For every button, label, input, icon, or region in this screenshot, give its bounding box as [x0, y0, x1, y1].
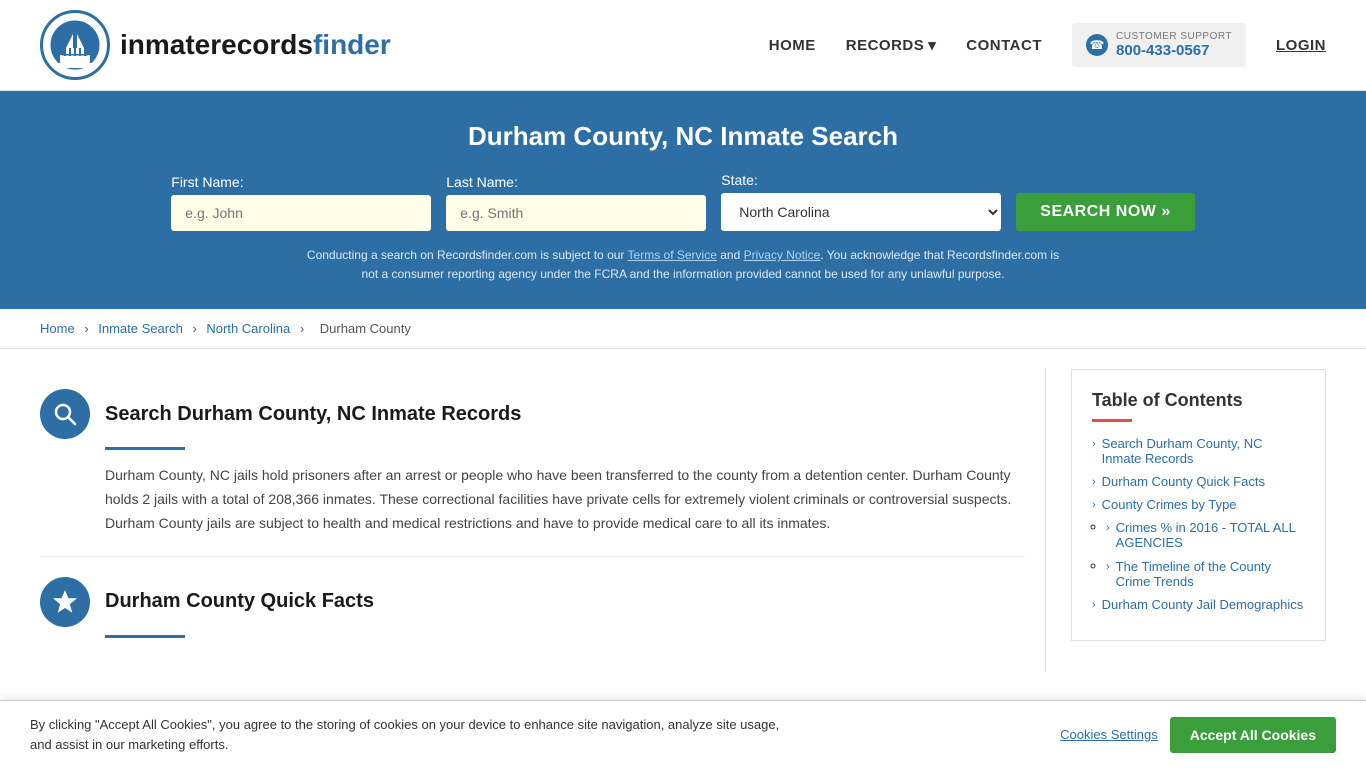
first-name-label: First Name:: [171, 174, 243, 190]
support-label: CUSTOMER SUPPORT: [1116, 31, 1232, 42]
logo-text-second: finder: [313, 29, 391, 60]
last-name-input[interactable]: [446, 195, 706, 231]
logo-icon: [40, 10, 110, 80]
main-nav: HOME RECORDS ▾ CONTACT ☎ CUSTOMER SUPPOR…: [769, 23, 1326, 67]
breadcrumb-county: Durham County: [320, 321, 411, 336]
section1-underline: [105, 447, 185, 450]
toc-item-4: › Durham County Jail Demographics: [1092, 597, 1305, 612]
login-button[interactable]: LOGIN: [1276, 37, 1326, 54]
support-phone: 800-433-0567: [1116, 42, 1232, 59]
toc-item-2: › Durham County Quick Facts: [1092, 474, 1305, 489]
section1-title: Search Durham County, NC Inmate Records: [105, 403, 521, 426]
section1-text: Durham County, NC jails hold prisoners a…: [40, 464, 1025, 535]
headphone-icon: ☎: [1086, 34, 1108, 56]
toc-list: › Search Durham County, NC Inmate Record…: [1092, 436, 1305, 612]
toc-label-1: Search Durham County, NC Inmate Records: [1102, 436, 1305, 466]
toc-item-1: › Search Durham County, NC Inmate Record…: [1092, 436, 1305, 466]
accept-all-cookies-button[interactable]: Accept All Cookies: [1170, 717, 1336, 753]
chevron-icon-2: ›: [1092, 476, 1096, 488]
cookie-text: By clicking "Accept All Cookies", you ag…: [30, 715, 780, 754]
privacy-link[interactable]: Privacy Notice: [744, 248, 821, 262]
search-hero: Durham County, NC Inmate Search First Na…: [0, 91, 1366, 309]
nav-records-label: RECORDS: [846, 37, 925, 54]
breadcrumb-sep-2: ›: [192, 321, 200, 336]
state-select[interactable]: North Carolina Alabama Alaska Arizona Ar…: [721, 193, 1001, 231]
toc-link-1[interactable]: › Search Durham County, NC Inmate Record…: [1092, 436, 1305, 466]
toc-item-3: › County Crimes by Type › Crimes % in 20…: [1092, 497, 1305, 589]
toc-link-2[interactable]: › Durham County Quick Facts: [1092, 474, 1305, 489]
chevron-icon-sub-2: ›: [1106, 561, 1110, 573]
toc-sub-3: › Crimes % in 2016 - TOTAL ALL AGENCIES …: [1092, 518, 1305, 589]
toc-divider: [1092, 419, 1132, 422]
header: inmaterecordsfinder HOME RECORDS ▾ CONTA…: [0, 0, 1366, 91]
chevron-icon-sub-1: ›: [1106, 522, 1110, 534]
cookie-banner: By clicking "Accept All Cookies", you ag…: [0, 700, 1366, 768]
first-name-input[interactable]: [171, 195, 431, 231]
content-left: Search Durham County, NC Inmate Records …: [40, 369, 1046, 671]
toc-sub-label-2: The Timeline of the County Crime Trends: [1116, 559, 1305, 589]
toc-sub-label-1: Crimes % in 2016 - TOTAL ALL AGENCIES: [1116, 520, 1305, 550]
cookie-actions: Cookies Settings Accept All Cookies: [1060, 717, 1336, 753]
last-name-group: Last Name:: [446, 174, 706, 231]
state-label: State:: [721, 172, 758, 188]
breadcrumb-inmate-search[interactable]: Inmate Search: [98, 321, 183, 336]
terms-link[interactable]: Terms of Service: [628, 248, 717, 262]
nav-home[interactable]: HOME: [769, 37, 816, 54]
toc-title: Table of Contents: [1092, 390, 1305, 411]
toc-label-2: Durham County Quick Facts: [1102, 474, 1265, 489]
section-quick-facts: Durham County Quick Facts: [40, 557, 1025, 672]
breadcrumb-home[interactable]: Home: [40, 321, 75, 336]
section1-header: Search Durham County, NC Inmate Records: [40, 389, 1025, 439]
toc-sub-item-2: › The Timeline of the County Crime Trend…: [1106, 557, 1305, 589]
last-name-label: Last Name:: [446, 174, 518, 190]
breadcrumb-state[interactable]: North Carolina: [206, 321, 290, 336]
support-text: CUSTOMER SUPPORT 800-433-0567: [1116, 31, 1232, 59]
toc-sub-link-1[interactable]: › Crimes % in 2016 - TOTAL ALL AGENCIES: [1106, 520, 1305, 550]
logo-text-first: inmaterecords: [120, 29, 313, 60]
breadcrumb: Home › Inmate Search › North Carolina › …: [0, 309, 1366, 349]
main-content: Search Durham County, NC Inmate Records …: [0, 349, 1366, 691]
toc-link-4[interactable]: › Durham County Jail Demographics: [1092, 597, 1305, 612]
chevron-icon-3: ›: [1092, 499, 1096, 511]
customer-support-box[interactable]: ☎ CUSTOMER SUPPORT 800-433-0567: [1072, 23, 1246, 67]
chevron-icon: ›: [1092, 438, 1096, 450]
facts-icon: [40, 577, 90, 627]
breadcrumb-sep-3: ›: [300, 321, 308, 336]
toc-label-4: Durham County Jail Demographics: [1102, 597, 1304, 612]
toc-label-3: County Crimes by Type: [1102, 497, 1237, 512]
logo-area: inmaterecordsfinder: [40, 10, 391, 80]
search-icon: [40, 389, 90, 439]
toc-link-3[interactable]: › County Crimes by Type: [1092, 497, 1305, 512]
state-group: State: North Carolina Alabama Alaska Ari…: [721, 172, 1001, 231]
disclaimer-text: Conducting a search on Recordsfinder.com…: [303, 246, 1063, 284]
nav-records[interactable]: RECORDS ▾: [846, 36, 937, 54]
section2-title: Durham County Quick Facts: [105, 590, 374, 613]
search-button[interactable]: SEARCH NOW »: [1016, 193, 1194, 231]
search-form: First Name: Last Name: State: North Caro…: [40, 172, 1326, 231]
first-name-group: First Name:: [171, 174, 431, 231]
chevron-down-icon: ▾: [928, 36, 936, 54]
section2-underline: [105, 635, 185, 638]
section2-header: Durham County Quick Facts: [40, 577, 1025, 627]
table-of-contents: Table of Contents › Search Durham County…: [1071, 369, 1326, 641]
breadcrumb-sep-1: ›: [84, 321, 92, 336]
section-inmate-records: Search Durham County, NC Inmate Records …: [40, 369, 1025, 556]
chevron-icon-4: ›: [1092, 599, 1096, 611]
hero-title: Durham County, NC Inmate Search: [40, 121, 1326, 152]
toc-sub-item-1: › Crimes % in 2016 - TOTAL ALL AGENCIES: [1106, 518, 1305, 550]
nav-contact[interactable]: CONTACT: [966, 37, 1042, 54]
cookie-settings-button[interactable]: Cookies Settings: [1060, 727, 1158, 742]
toc-sub-link-2[interactable]: › The Timeline of the County Crime Trend…: [1106, 559, 1305, 589]
logo-text: inmaterecordsfinder: [120, 29, 391, 61]
content-right: Table of Contents › Search Durham County…: [1046, 369, 1326, 671]
